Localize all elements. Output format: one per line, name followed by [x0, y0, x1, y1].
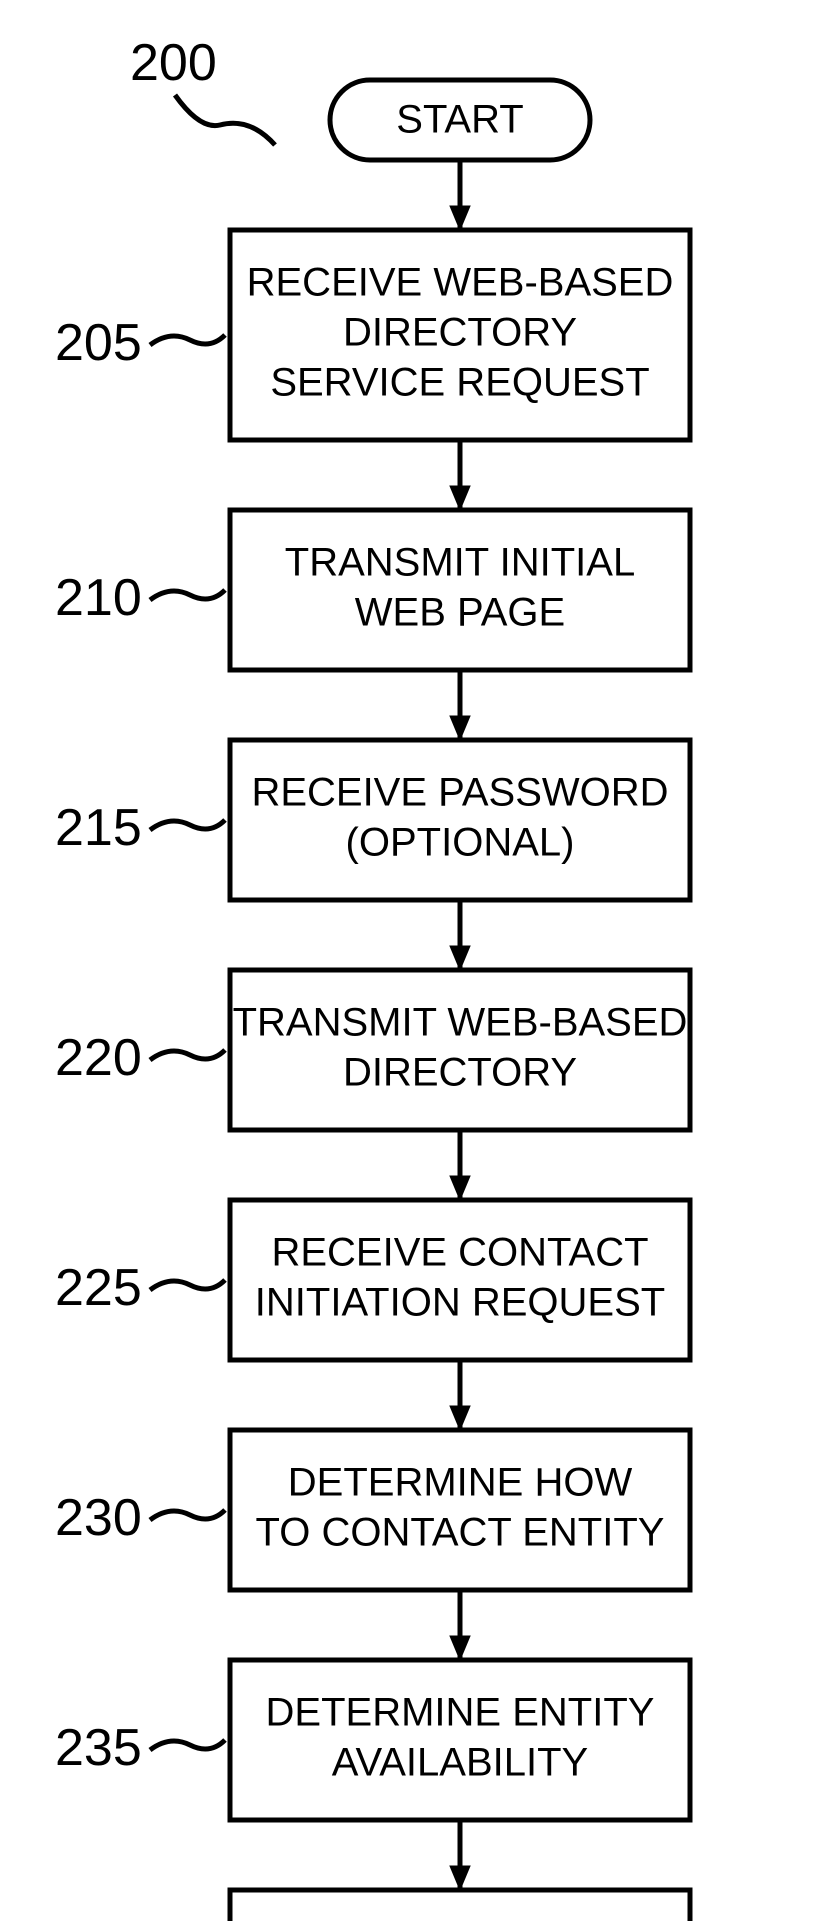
step-210: TRANSMIT INITIAL WEB PAGE — [230, 510, 690, 670]
arrow-0 — [450, 160, 470, 230]
step-text: DIRECTORY — [343, 1051, 577, 1095]
ref-text: 235 — [55, 1719, 142, 1777]
ref-235: 235 — [55, 1719, 225, 1777]
ref-text: 210 — [55, 569, 142, 627]
step-205: RECEIVE WEB-BASED DIRECTORY SERVICE REQUES… — [230, 230, 690, 440]
ref-230: 230 — [55, 1489, 225, 1547]
ref-205: 205 — [55, 314, 225, 372]
step-text: DIRECTORY — [343, 311, 577, 355]
start-label: START — [396, 98, 523, 142]
arrow-4 — [450, 1130, 470, 1200]
arrow-6 — [450, 1590, 470, 1660]
step-text: DETERMINE HOW — [288, 1461, 633, 1505]
figure-ref: 200 — [130, 34, 275, 145]
ref-text: 215 — [55, 799, 142, 857]
step-text: SERVICE REQUEST — [270, 361, 649, 405]
step-text: RECEIVE WEB-BASED — [247, 261, 674, 305]
ref-text: 205 — [55, 314, 142, 372]
step-text: INITIATION REQUEST — [255, 1281, 665, 1325]
step-text: TO CONTACT ENTITY — [256, 1511, 665, 1555]
step-text: TRANSMIT INITIAL — [285, 541, 635, 585]
step-text: RECEIVE PASSWORD — [251, 771, 668, 815]
figure-ref-text: 200 — [130, 34, 217, 92]
step-235: DETERMINE ENTITY AVAILABILITY — [230, 1660, 690, 1820]
ref-225: 225 — [55, 1259, 225, 1317]
step-text: TRANSMIT WEB-BASED — [233, 1001, 688, 1045]
step-215: RECEIVE PASSWORD (OPTIONAL) — [230, 740, 690, 900]
start-node: START — [330, 80, 590, 160]
step-text: DETERMINE ENTITY — [266, 1691, 655, 1735]
arrow-1 — [450, 440, 470, 510]
step-225: RECEIVE CONTACT INITIATION REQUEST — [230, 1200, 690, 1360]
arrow-2 — [450, 670, 470, 740]
ref-text: 230 — [55, 1489, 142, 1547]
arrow-3 — [450, 900, 470, 970]
step-220: TRANSMIT WEB-BASED DIRECTORY — [230, 970, 690, 1130]
step-text: (OPTIONAL) — [346, 821, 575, 865]
ref-220: 220 — [55, 1029, 225, 1087]
flowchart-diagram: START 200 RECEIVE WEB-BASED DIRECTORY SERVIC… — [0, 0, 815, 1921]
step-230: DETERMINE HOW TO CONTACT ENTITY — [230, 1430, 690, 1590]
step-text: WEB PAGE — [355, 591, 565, 635]
ref-text: 225 — [55, 1259, 142, 1317]
step-text: AVAILABILITY — [332, 1741, 588, 1785]
arrow-5 — [450, 1360, 470, 1430]
ref-text: 220 — [55, 1029, 142, 1087]
ref-210: 210 — [55, 569, 225, 627]
arrow-7 — [450, 1820, 470, 1890]
step-240: INITIATE VOICE CALL — [230, 1890, 690, 1921]
step-text: RECEIVE CONTACT — [271, 1231, 648, 1275]
ref-215: 215 — [55, 799, 225, 857]
